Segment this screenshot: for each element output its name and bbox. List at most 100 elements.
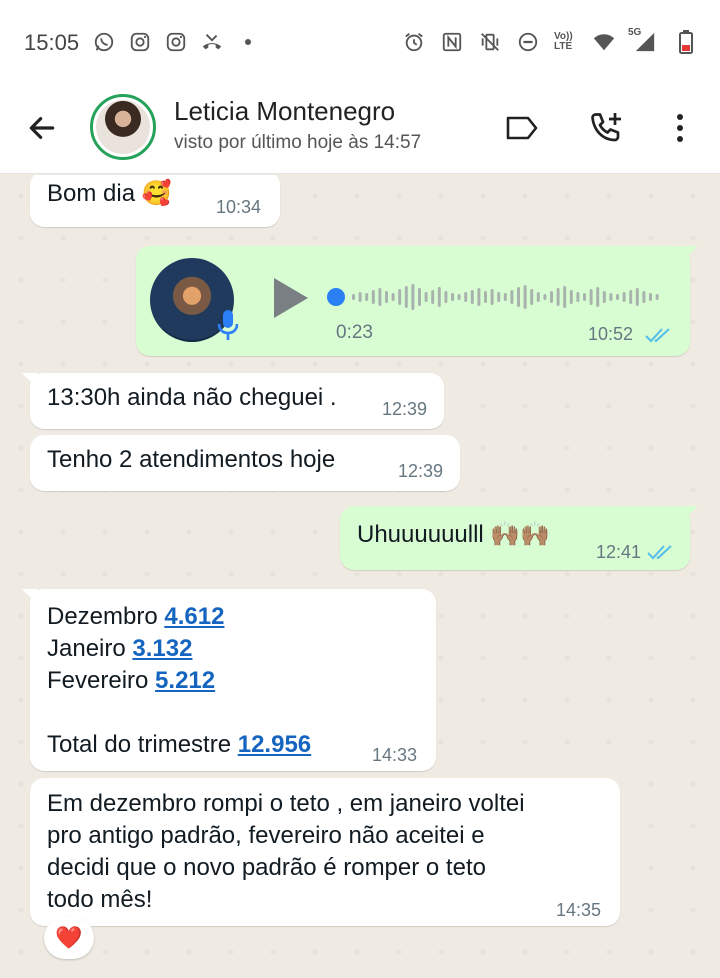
waveform-bar [510, 290, 514, 304]
waveform-bar [464, 292, 468, 302]
message-text: Dezembro 4.612 Janeiro 3.132 Fevereiro 5… [47, 601, 311, 761]
status-bar: 15:05 Vo)) LTE 5G [0, 0, 720, 86]
contact-name[interactable]: Leticia Montenegro [174, 96, 395, 127]
missed-call-icon [200, 30, 224, 54]
bubble-tail [22, 373, 38, 389]
do-not-disturb-icon [516, 30, 540, 54]
waveform-bar [536, 292, 540, 302]
phone-number-link[interactable]: 5.212 [155, 667, 215, 694]
message-incoming[interactable]: Bom dia 🥰 10:34 [30, 175, 280, 227]
instagram-icon [128, 30, 152, 54]
audio-waveform[interactable] [326, 282, 666, 312]
whatsapp-icon [92, 30, 116, 54]
waveform-bar [451, 293, 454, 301]
waveform-bar [358, 292, 362, 302]
month-label: Janeiro [47, 635, 133, 662]
waveform-bar [365, 293, 369, 301]
message-time: 10:34 [216, 197, 262, 217]
bubble-tail [22, 589, 38, 605]
nfc-icon [440, 30, 464, 54]
waveform-bar [629, 290, 633, 304]
waveform-bar [609, 293, 613, 301]
message-time: 12:41 [596, 542, 642, 562]
phone-number-link[interactable]: 4.612 [164, 603, 224, 630]
waveform-bar [589, 289, 593, 305]
reaction-badge[interactable]: ❤️ [44, 917, 94, 959]
waveform-bar [563, 286, 567, 308]
waveform-bar [398, 289, 402, 305]
add-call-button[interactable] [586, 108, 626, 148]
message-text: Tenho 2 atendimentos hoje [47, 446, 336, 473]
waveform-bar [490, 289, 494, 305]
waveform-bar [642, 291, 646, 303]
message-outgoing-audio[interactable]: 0:23 10:52 [136, 246, 698, 356]
message-time: 12:39 [382, 399, 428, 419]
phone-number-link[interactable]: 12.956 [238, 731, 311, 758]
waveform-bar [517, 287, 520, 307]
waveform-bar [556, 288, 560, 306]
waveform-bar [385, 291, 388, 303]
back-button[interactable] [24, 110, 60, 146]
waveform-bar [378, 288, 382, 306]
message-incoming[interactable]: Tenho 2 atendimentos hoje 12:39 [30, 435, 460, 491]
wifi-icon [592, 30, 616, 54]
text-line: pro antigo padrão, fevereiro não aceitei… [47, 822, 485, 849]
chat-area[interactable]: Bom dia 🥰 10:34 0:23 10:52 13:30h ainda … [0, 175, 720, 978]
waveform-bar [391, 293, 395, 301]
waveform-bar [543, 294, 547, 300]
waveform-bar [576, 292, 580, 302]
total-line: Total do trimestre 12.956 [47, 729, 311, 761]
label-icon [506, 116, 538, 140]
heart-reaction-icon: ❤️ [55, 925, 83, 950]
waveform-bar [503, 293, 507, 301]
message-incoming[interactable]: 13:30h ainda não cheguei . 12:39 [22, 373, 444, 429]
message-incoming-totals[interactable]: Dezembro 4.612 Janeiro 3.132 Fevereiro 5… [22, 589, 436, 771]
text-line: todo mês! [47, 886, 153, 913]
phone-number-link[interactable]: 3.132 [132, 635, 192, 662]
bubble-tail [682, 246, 698, 262]
waveform-bar [583, 293, 586, 301]
audio-progress-dot[interactable] [327, 288, 345, 306]
signal-5g-icon: 5G [628, 28, 660, 54]
waveform-bar [371, 290, 375, 304]
waveform-bar [550, 291, 553, 303]
microphone-icon [217, 310, 239, 340]
message-outgoing[interactable]: Uhuuuuuulll 🙌🏽🙌🏽 12:41 [340, 506, 698, 570]
waveform-bar [444, 291, 448, 303]
volte-icon: Vo)) LTE [554, 31, 573, 52]
message-time: 14:33 [372, 745, 418, 765]
audio-duration: 0:23 [336, 322, 373, 343]
waveform-bar [437, 287, 441, 307]
waveform-bar [424, 292, 428, 302]
waveform-bar [497, 292, 501, 302]
total-label: Total do trimestre [47, 731, 238, 758]
message-text: 13:30h ainda não cheguei . [47, 384, 337, 411]
more-options-button[interactable] [660, 108, 700, 148]
label-button[interactable] [502, 108, 542, 148]
message-time: 12:39 [398, 461, 444, 481]
vibrate-icon [478, 30, 502, 54]
system-icons: Vo)) LTE 5G [402, 28, 698, 54]
last-seen-status: visto por último hoje às 14:57 [174, 132, 422, 153]
message-text: Uhuuuuuulll 🙌🏽🙌🏽 [357, 521, 551, 548]
waveform-bar [635, 288, 639, 306]
avatar-image [96, 100, 150, 154]
waveform-bar [616, 294, 619, 300]
read-ticks-icon [647, 545, 672, 560]
waveform-bar [404, 286, 408, 308]
month-label: Fevereiro [47, 667, 156, 694]
read-ticks-icon [645, 328, 670, 343]
message-time: 10:52 [588, 324, 634, 344]
more-vert-icon [677, 114, 683, 142]
back-arrow-icon [29, 117, 55, 139]
notification-icons [92, 30, 260, 54]
waveform-bar [523, 285, 527, 309]
month-line: Janeiro 3.132 [47, 633, 311, 665]
play-icon[interactable] [270, 276, 310, 320]
waveform-bar [470, 290, 474, 304]
contact-avatar[interactable] [90, 94, 156, 160]
waveform-bar [418, 288, 421, 306]
month-line: Fevereiro 5.212 [47, 665, 311, 697]
message-incoming-long[interactable]: Em dezembro rompi o teto , em janeiro vo… [30, 778, 620, 926]
